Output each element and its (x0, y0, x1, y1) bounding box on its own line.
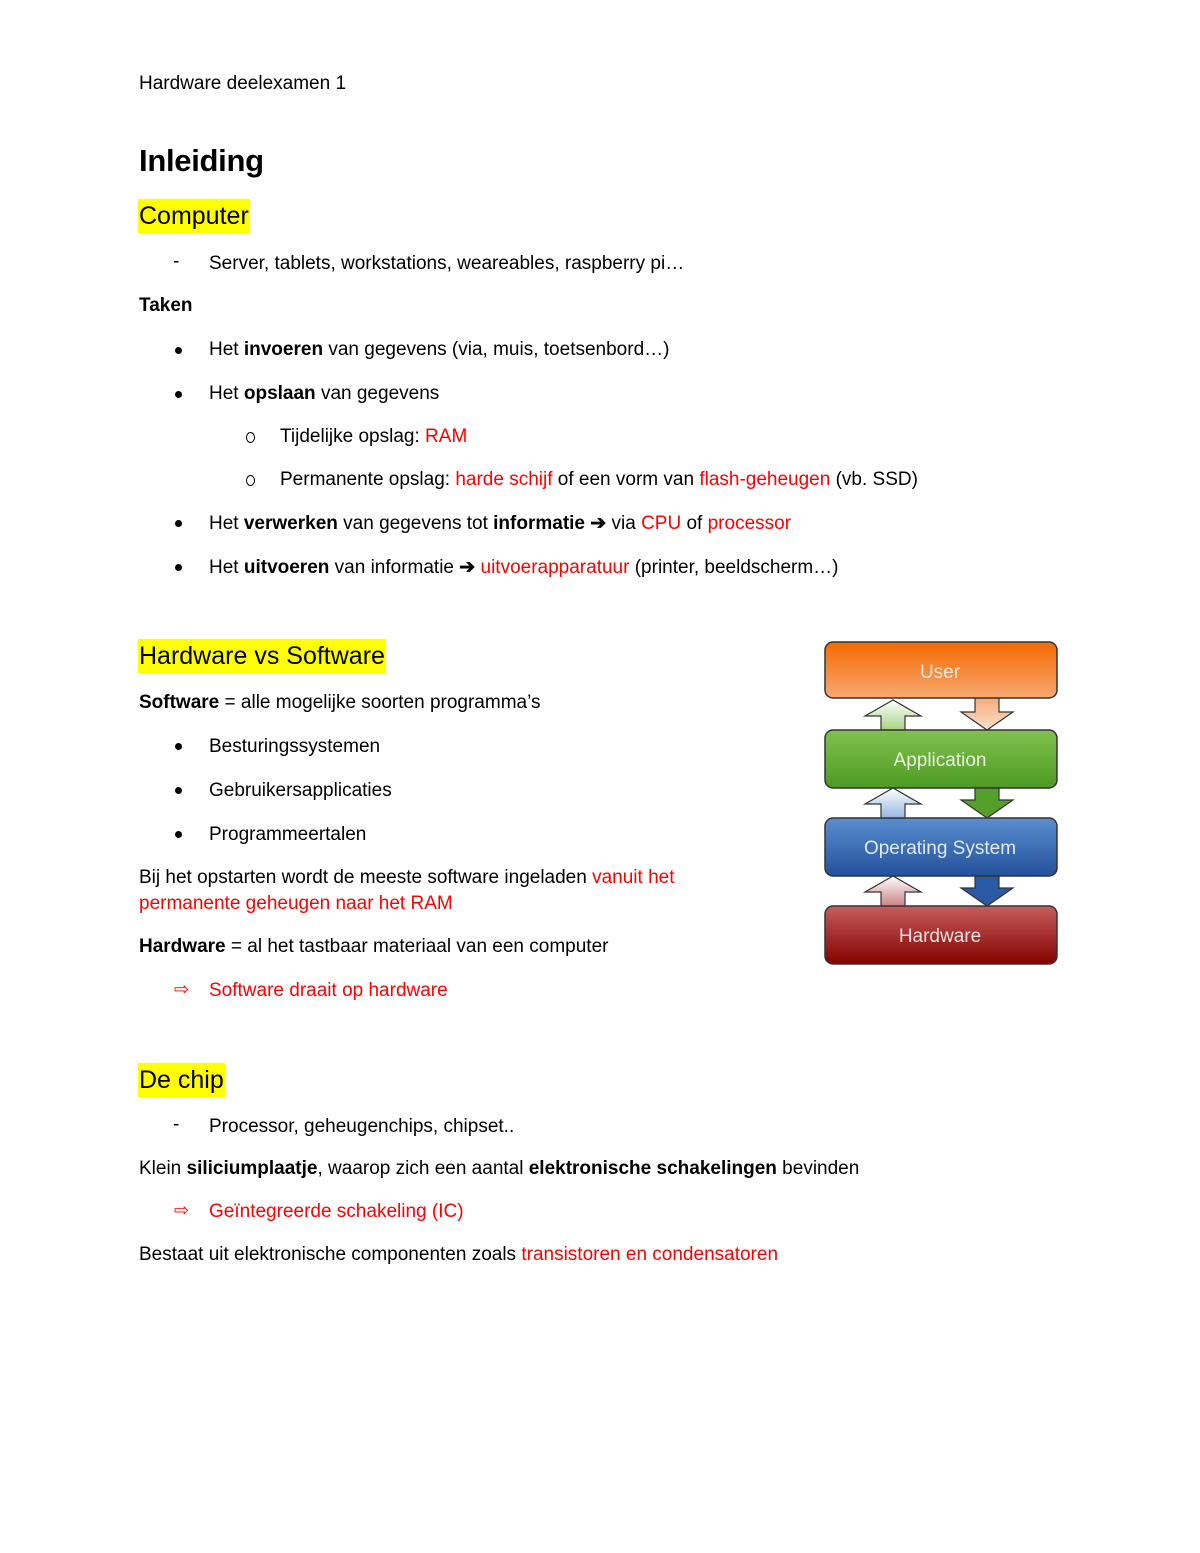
subtask-text: (vb. SSD) (830, 469, 918, 490)
subtask-text: Tijdelijke opslag: (280, 426, 426, 447)
task-keyword: opslaan (243, 383, 316, 404)
subtask-text: of een vorm van (552, 469, 700, 490)
task-highlight: processor (707, 513, 792, 534)
task-text: of (681, 513, 708, 534)
task-item: Het uitvoeren van informatie ➔ uitvoerap… (209, 556, 839, 580)
page-header: Hardware deelexamen 1 (139, 73, 347, 94)
task-text: Het (209, 339, 244, 360)
chip-desc-text: bevinden (776, 1158, 860, 1179)
task-item: Het opslaan van gegevens (209, 382, 439, 406)
startup-highlight: vanuit het (592, 867, 675, 888)
task-keyword: invoeren (243, 339, 324, 360)
layer-label: Operating System (864, 838, 1016, 859)
bullet-icon (175, 564, 182, 571)
task-item: Het invoeren van gegevens (via, muis, to… (209, 338, 669, 362)
subtask-highlight: RAM (425, 426, 468, 447)
dash-marker: - (173, 1114, 180, 1135)
startup-plain: Bij het opstarten wordt de meeste softwa… (139, 867, 593, 888)
definition-term: Software (139, 692, 220, 713)
task-text: van gegevens (via, muis, toetsenbord…) (323, 339, 670, 360)
chip-keyword: siliciumplaatje (186, 1158, 318, 1179)
hardware-definition: Hardware = al het tastbaar materiaal van… (139, 935, 608, 959)
up-arrow-icon (862, 699, 924, 733)
layer-label: User (920, 662, 961, 683)
down-arrow-icon (959, 783, 1015, 819)
dash-marker: - (173, 251, 180, 272)
chip-desc-text: , waarop zich een aantal (317, 1158, 529, 1179)
chip-description: Klein siliciumplaatje, waarop zich een a… (139, 1157, 859, 1181)
task-keyword: informatie (493, 513, 586, 534)
software-item: Gebruikersapplicaties (209, 780, 392, 801)
hollow-arrow-icon: ⇨ (174, 979, 190, 999)
down-arrow-icon (959, 871, 1015, 907)
definition-text: = al het tastbaar materiaal van een comp… (225, 936, 609, 957)
hollow-arrow-icon: ⇨ (174, 1200, 190, 1220)
task-keyword: uitvoeren (243, 557, 330, 578)
subtask-highlight: flash-geheugen (699, 469, 831, 490)
software-item: Programmeertalen (209, 824, 367, 845)
bullet-icon (175, 391, 182, 398)
bullet-icon (175, 347, 182, 354)
bullet-icon (175, 743, 182, 750)
software-stack-diagram: User Application Operating System Hardwa… (824, 641, 1058, 965)
arrow-right-icon: ➔ (585, 513, 612, 534)
definition-term: Hardware (139, 936, 226, 957)
task-keyword: verwerken (243, 513, 338, 534)
circle-bullet-icon (246, 432, 255, 443)
task-item: Het verwerken van gegevens tot informati… (209, 512, 791, 536)
task-text: (printer, beeldscherm…) (629, 557, 839, 578)
computer-examples: Server, tablets, workstations, weareable… (209, 253, 685, 274)
bullet-icon (175, 787, 182, 794)
subtask-item: Permanente opslag: harde schijf of een v… (280, 468, 918, 492)
hw-sw-conclusion: Software draait op hardware (209, 980, 448, 1001)
chip-components: Bestaat uit elektronische componenten zo… (139, 1243, 778, 1267)
components-text: Bestaat uit elektronische componenten zo… (139, 1244, 522, 1265)
definition-text: = alle mogelijke soorten programma’s (219, 692, 541, 713)
task-text: Het (209, 513, 244, 534)
chip-keyword: elektronische schakelingen (528, 1158, 777, 1179)
task-highlight: uitvoerapparatuur (480, 557, 630, 578)
up-arrow-icon (862, 875, 924, 909)
startup-text: Bij het opstarten wordt de meeste softwa… (139, 866, 675, 890)
layer-label: Hardware (899, 926, 981, 947)
task-text: van gegevens tot (337, 513, 494, 534)
down-arrow-icon (959, 695, 1015, 731)
subtask-item: Tijdelijke opslag: RAM (280, 425, 467, 449)
arrow-right-icon: ➔ (459, 557, 481, 578)
task-text: via (611, 513, 642, 534)
bullet-icon (175, 831, 182, 838)
section-heading-computer: Computer (138, 199, 250, 233)
page-title: Inleiding (139, 143, 264, 178)
task-text: van informatie (329, 557, 460, 578)
task-text: Het (209, 383, 244, 404)
subtask-highlight: harde schijf (455, 469, 553, 490)
chip-desc-text: Klein (139, 1158, 187, 1179)
section-heading-chip: De chip (138, 1063, 225, 1097)
task-text: van gegevens (315, 383, 440, 404)
components-highlight: transistoren en condensatoren (521, 1244, 779, 1265)
software-definition: Software = alle mogelijke soorten progra… (139, 691, 540, 715)
software-item: Besturingssystemen (209, 736, 381, 757)
circle-bullet-icon (246, 475, 255, 486)
up-arrow-icon (862, 787, 924, 821)
layer-label: Application (894, 750, 987, 771)
taken-label: Taken (139, 295, 193, 316)
task-text: Het (209, 557, 244, 578)
chip-examples: Processor, geheugenchips, chipset.. (209, 1116, 515, 1137)
section-heading-hw-vs-sw: Hardware vs Software (138, 639, 386, 673)
bullet-icon (175, 520, 182, 527)
task-highlight: CPU (641, 513, 682, 534)
startup-highlight-line2: permanente geheugen naar het RAM (139, 893, 453, 914)
subtask-text: Permanente opslag: (280, 469, 456, 490)
chip-conclusion: Geïntegreerde schakeling (IC) (209, 1201, 464, 1222)
